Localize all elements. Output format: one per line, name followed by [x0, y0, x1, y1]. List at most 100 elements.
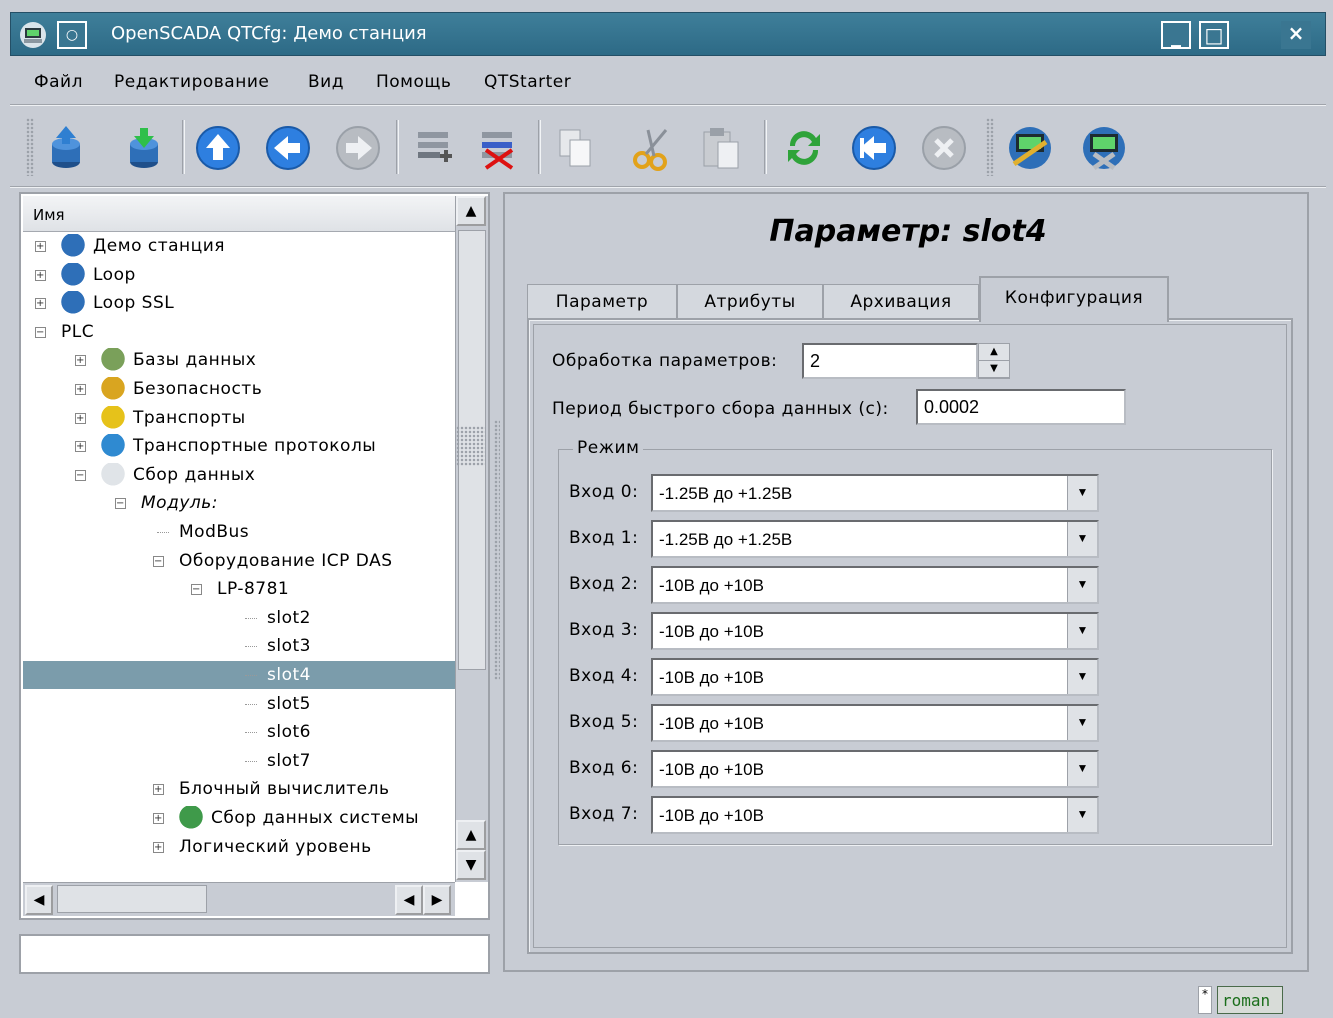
- app-icon[interactable]: [17, 19, 49, 51]
- input-mode-select[interactable]: -10В до +10В ▼: [651, 750, 1099, 788]
- processing-stepper[interactable]: ▲ ▼: [978, 343, 1010, 379]
- user-badge[interactable]: roman: [1217, 986, 1283, 1014]
- hscroll-thumb[interactable]: [57, 885, 207, 913]
- expand-icon[interactable]: +: [75, 355, 86, 367]
- menu-file[interactable]: Файл: [34, 72, 83, 92]
- collapse-icon[interactable]: −: [35, 326, 46, 338]
- title-bar[interactable]: ○ OpenSCADA QTCfg: Демо станция _ □ ×: [10, 12, 1326, 56]
- forward-icon[interactable]: [334, 124, 382, 172]
- expand-icon[interactable]: +: [75, 384, 86, 395]
- scroll-up-icon[interactable]: ▲: [456, 196, 486, 226]
- tree-item[interactable]: + Демо станция: [23, 234, 455, 260]
- back-icon[interactable]: [264, 124, 312, 172]
- window-menu-button[interactable]: ○: [57, 21, 87, 49]
- collapse-icon[interactable]: −: [75, 469, 86, 481]
- collapse-icon[interactable]: −: [153, 555, 164, 567]
- up-icon[interactable]: [194, 124, 242, 172]
- chevron-down-icon[interactable]: ▼: [1067, 798, 1097, 832]
- tree-item[interactable]: + Блочный вычислитель: [23, 775, 455, 803]
- tree-vertical-scrollbar[interactable]: ▲ ▲ ▼: [455, 196, 488, 882]
- expand-icon[interactable]: +: [75, 412, 86, 424]
- input-mode-select[interactable]: -10В до +10В ▼: [651, 566, 1099, 604]
- tree-item[interactable]: + Безопасность: [23, 375, 455, 403]
- collapse-icon[interactable]: −: [191, 584, 202, 596]
- station-alt-icon[interactable]: [1080, 124, 1128, 172]
- tree-item[interactable]: + Транспорты: [23, 404, 455, 432]
- cut-icon[interactable]: [628, 124, 676, 172]
- toolbar-grip[interactable]: [26, 118, 34, 176]
- chevron-down-icon[interactable]: ▼: [1067, 568, 1097, 602]
- chevron-down-icon[interactable]: ▼: [1067, 476, 1097, 510]
- tree-item[interactable]: slot3: [23, 632, 455, 660]
- scroll-up-icon[interactable]: ▲: [456, 820, 486, 850]
- input-mode-select[interactable]: -10В до +10В ▼: [651, 796, 1099, 834]
- tree-item[interactable]: ModBus: [23, 518, 455, 546]
- tree-item[interactable]: + Loop SSL: [23, 289, 455, 317]
- tree-header-name[interactable]: Имя: [23, 196, 455, 232]
- delete-item-icon[interactable]: [474, 124, 522, 172]
- spin-down-icon[interactable]: ▼: [979, 361, 1009, 378]
- menu-qtstarter[interactable]: QTStarter: [484, 72, 571, 92]
- menu-help[interactable]: Помощь: [376, 72, 451, 92]
- tree-item[interactable]: slot4: [23, 661, 455, 689]
- close-button[interactable]: ×: [1281, 21, 1311, 49]
- navigation-tree[interactable]: Имя + Демо станция + Loop + Loop SSL − PLC + Базы…: [19, 192, 490, 920]
- db-load-icon[interactable]: [42, 124, 90, 172]
- tab-archiving[interactable]: Архивация: [823, 284, 979, 320]
- chevron-down-icon[interactable]: ▼: [1067, 706, 1097, 740]
- expand-icon[interactable]: +: [75, 441, 86, 453]
- start-icon[interactable]: [850, 124, 898, 172]
- spin-up-icon[interactable]: ▲: [979, 344, 1009, 361]
- panel-splitter[interactable]: [494, 420, 500, 680]
- maximize-button[interactable]: □: [1199, 21, 1229, 49]
- minimize-button[interactable]: _: [1161, 21, 1191, 49]
- expand-icon[interactable]: +: [35, 298, 46, 310]
- scroll-right-icon[interactable]: ▶: [423, 885, 451, 915]
- fast-period-field[interactable]: 0.0002: [916, 389, 1126, 425]
- tab-configuration[interactable]: Конфигурация: [979, 276, 1169, 322]
- input-mode-select[interactable]: -1.25В до +1.25В ▼: [651, 474, 1099, 512]
- chevron-down-icon[interactable]: ▼: [1067, 522, 1097, 556]
- expand-icon[interactable]: +: [35, 269, 46, 281]
- processing-spinbox[interactable]: 2: [802, 343, 978, 379]
- tree-status-field[interactable]: [19, 934, 490, 974]
- chevron-down-icon[interactable]: ▼: [1067, 752, 1097, 786]
- expand-icon[interactable]: +: [35, 241, 46, 252]
- chevron-down-icon[interactable]: ▼: [1067, 614, 1097, 648]
- expand-icon[interactable]: +: [153, 841, 164, 853]
- tree-item[interactable]: − Сбор данных: [23, 461, 455, 489]
- refresh-icon[interactable]: [780, 124, 828, 172]
- input-mode-select[interactable]: -10В до +10В ▼: [651, 612, 1099, 650]
- input-mode-select[interactable]: -1.25В до +1.25В ▼: [651, 520, 1099, 558]
- db-save-icon[interactable]: [120, 124, 168, 172]
- station-icon[interactable]: [1006, 124, 1054, 172]
- tree-item[interactable]: − Оборудование ICP DAS: [23, 547, 455, 575]
- input-mode-select[interactable]: -10В до +10В ▼: [651, 704, 1099, 742]
- toolbar-grip[interactable]: [986, 118, 994, 176]
- tree-item[interactable]: slot2: [23, 604, 455, 632]
- expand-icon[interactable]: +: [153, 784, 164, 796]
- tree-item[interactable]: slot7: [23, 747, 455, 775]
- scroll-left-icon[interactable]: ◀: [25, 885, 53, 915]
- tree-item[interactable]: + Сбор данных системы: [23, 804, 455, 832]
- tree-horizontal-scrollbar[interactable]: ◀ ◀ ▶: [23, 882, 455, 916]
- add-item-icon[interactable]: [410, 124, 458, 172]
- menu-edit[interactable]: Редактирование: [114, 72, 269, 92]
- tree-item[interactable]: slot6: [23, 718, 455, 746]
- tree-item[interactable]: + Базы данных: [23, 346, 455, 374]
- expand-icon[interactable]: +: [153, 813, 164, 824]
- input-mode-select[interactable]: -10В до +10В ▼: [651, 658, 1099, 696]
- chevron-down-icon[interactable]: ▼: [1067, 660, 1097, 694]
- tab-attributes[interactable]: Атрибуты: [677, 284, 823, 320]
- tree-item[interactable]: + Loop: [23, 261, 455, 289]
- tree-body[interactable]: + Демо станция + Loop + Loop SSL − PLC + Базы дан…: [23, 234, 455, 884]
- paste-icon[interactable]: [698, 124, 746, 172]
- tree-item[interactable]: − Модуль:: [23, 489, 455, 517]
- tab-parameter[interactable]: Параметр: [527, 284, 677, 320]
- collapse-icon[interactable]: −: [115, 498, 126, 510]
- copy-icon[interactable]: [552, 124, 600, 172]
- tree-item[interactable]: − PLC: [23, 318, 455, 346]
- tree-item[interactable]: + Транспортные протоколы: [23, 432, 455, 460]
- scroll-left-icon[interactable]: ◀: [395, 885, 423, 915]
- tree-item[interactable]: + Логический уровень: [23, 833, 455, 861]
